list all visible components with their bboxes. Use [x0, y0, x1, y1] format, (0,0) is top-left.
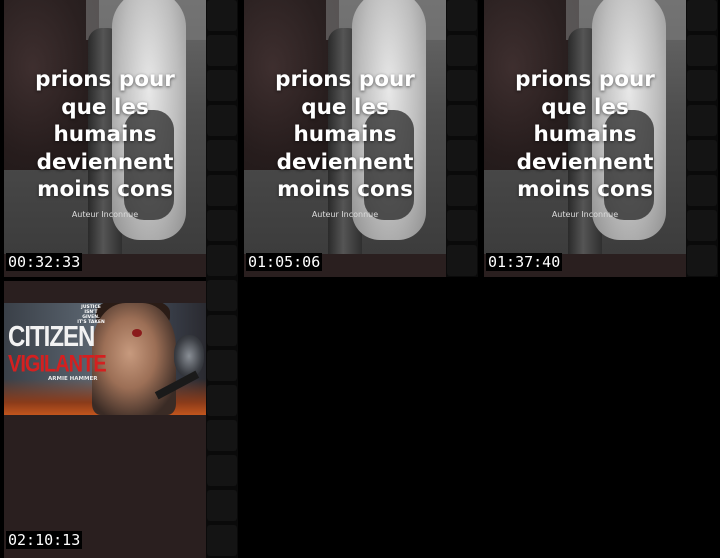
quote-text: prions pour que les humains deviennent moins…	[275, 67, 415, 202]
timestamp: 01:37:40	[486, 253, 563, 271]
timestamp: 00:32:33	[6, 253, 83, 271]
quote-text: prions pour que les humains deviennent moins…	[35, 67, 175, 202]
film-strip	[446, 0, 478, 277]
quote-author: Auteur Inconnue	[71, 210, 139, 219]
poster-title-line1: CITIZEN	[8, 321, 95, 354]
quote-author: Auteur Inconnue	[311, 210, 379, 219]
skull-mask-figure	[174, 335, 204, 377]
frame-image: prions pour que les humains deviennent moins…	[4, 0, 206, 254]
quote-author: Auteur Inconnue	[551, 210, 619, 219]
film-strip	[686, 0, 718, 277]
timestamp: 02:10:13	[6, 531, 83, 549]
thumbnail[interactable]: prions pour que les humains deviennent moins…	[4, 0, 206, 277]
movie-poster: JUSTICE ISN'T GIVEN. IT'S TAKEN CITIZEN V…	[4, 303, 206, 415]
poster-title-line2: VIGILANTE	[8, 351, 107, 378]
film-strip	[206, 0, 238, 558]
quote-text: prions pour que les humains deviennent moins…	[515, 67, 655, 202]
thumbnail[interactable]: prions pour que les humains deviennent moins…	[484, 0, 686, 277]
timestamp: 01:05:06	[246, 253, 323, 271]
poster-actor: ARMIE HAMMER	[48, 376, 98, 382]
thumbnail[interactable]: JUSTICE ISN'T GIVEN. IT'S TAKEN CITIZEN V…	[4, 281, 206, 558]
thumbnail[interactable]: prions pour que les humains deviennent moins…	[244, 0, 446, 277]
frame-image: prions pour que les humains deviennent moins…	[244, 0, 446, 254]
frame-image: prions pour que les humains deviennent moins…	[484, 0, 686, 254]
